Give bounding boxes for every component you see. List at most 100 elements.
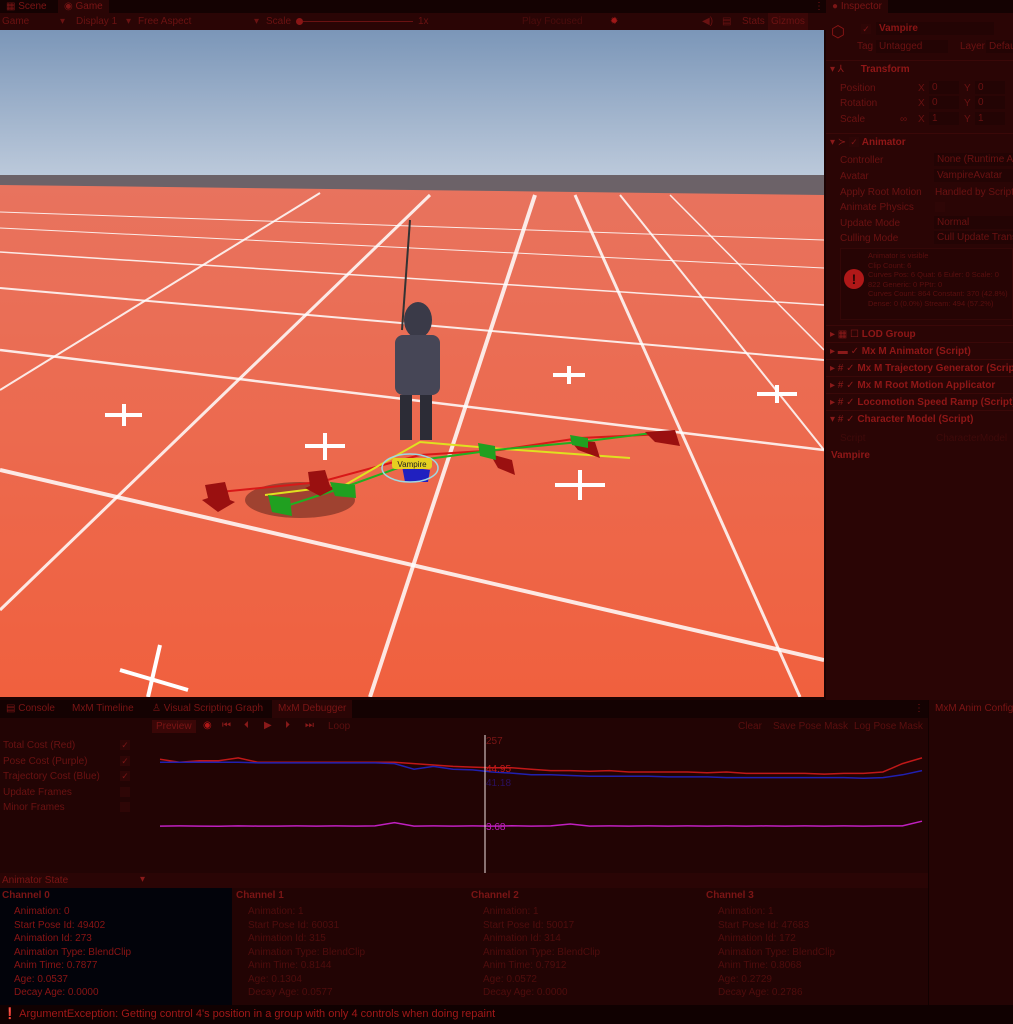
rotation-x-field[interactable]: 0	[929, 96, 959, 109]
position-y-field[interactable]: 0	[975, 81, 1005, 94]
scale-value: 1x	[418, 13, 429, 30]
game-dropdown[interactable]: Game	[2, 13, 29, 30]
gameobject-cube-icon: ⬡	[831, 22, 845, 42]
scale-slider-track[interactable]	[303, 21, 413, 22]
info-line: Curves Pos: 6 Quat: 6 Euler: 0 Scale: 0	[868, 270, 1008, 280]
channel-item: Age: 0.1304	[248, 973, 469, 987]
tag-dropdown[interactable]: Untagged	[876, 40, 948, 53]
tab-game[interactable]: ◉ Game	[58, 0, 109, 13]
channel-item: Anim Time: 0.7912	[483, 959, 704, 973]
stats-grid-icon[interactable]: ▤	[722, 13, 731, 30]
total-cost-label: 44.95	[486, 764, 511, 775]
bug-icon[interactable]: ✹	[610, 13, 618, 30]
tab-inspector-label: Inspector	[841, 1, 882, 12]
script-field[interactable]: CharacterModel	[936, 433, 1007, 444]
inspector-footer-title: Vampire	[831, 450, 870, 461]
audio-icon[interactable]: ◀)	[702, 13, 713, 30]
tab-scene[interactable]: ▦ Scene	[0, 0, 53, 13]
channel-title: Channel 0	[2, 890, 230, 902]
cursor-frame-label: 257	[486, 736, 503, 747]
info-line: 822 Generic: 0 PPtr: 0	[868, 280, 1008, 290]
channel-item: Start Pose Id: 60031	[248, 919, 469, 933]
channel-item: Age: 0.0572	[483, 973, 704, 987]
warning-icon: !	[844, 269, 864, 289]
animator-state-dropdown[interactable]: Animator State ▾	[0, 873, 928, 888]
trajectory-cost-label: 41.18	[486, 778, 511, 789]
channel-0: Channel 0 Animation: 0 Start Pose Id: 49…	[0, 888, 232, 1005]
status-bar[interactable]: ❗ ArgumentException: Getting control 4's…	[0, 1005, 1013, 1024]
info-line: Dense: 0 (0.0%) Stream: 494 (57.2%)	[868, 299, 1008, 309]
scale-slider-handle[interactable]	[296, 18, 303, 25]
link-icon[interactable]: ∞	[900, 114, 907, 125]
animator-info-box: ! Animator is visible Clip Count: 6 Curv…	[840, 248, 1013, 320]
component-mxm-animator[interactable]: ▸ ▬ ✓ Mx M Animator (Script)	[826, 342, 1013, 359]
scale-label: Scale	[840, 114, 865, 125]
component-trajectory-generator[interactable]: ▸ # ✓ Mx M Trajectory Generator (Script)	[826, 359, 1013, 376]
animator-title: Animator	[862, 137, 906, 148]
anim-config-panel: MxM Anim Config	[928, 700, 1013, 1005]
channel-item: Animation Type: BlendClip	[718, 946, 928, 960]
object-name-field[interactable]: Vampire	[876, 22, 994, 35]
animator-state-label: Animator State	[2, 875, 68, 886]
inspector-tab-bar: ● Inspector	[826, 0, 1013, 13]
display-dropdown[interactable]: Display 1	[76, 13, 117, 30]
controller-field[interactable]: None (Runtime Animator Controller)	[934, 153, 1013, 166]
character-label: Vampire	[397, 460, 427, 469]
component-title: Locomotion Speed Ramp (Script)	[857, 397, 1013, 408]
culling-mode-dropdown[interactable]: Cull Update Transforms	[934, 231, 1013, 244]
rotation-label: Rotation	[840, 98, 877, 109]
update-mode-dropdown[interactable]: Normal	[934, 216, 1013, 229]
chevron-down-icon: ▾	[140, 874, 145, 885]
position-label: Position	[840, 83, 876, 94]
chevron-down-icon: ▾	[126, 13, 131, 30]
channel-item: Start Pose Id: 47683	[718, 919, 928, 933]
chevron-down-icon: ▾	[60, 13, 65, 30]
stats-button[interactable]: Stats	[742, 13, 765, 30]
channel-item: Anim Time: 0.7877	[14, 959, 232, 973]
game-viewport[interactable]: Vampire	[0, 30, 824, 697]
avatar-label: Avatar	[840, 171, 869, 182]
component-title: Mx M Root Motion Applicator	[857, 380, 995, 391]
channel-3: Channel 3 Animation: 1 Start Pose Id: 47…	[704, 888, 928, 1005]
animate-physics-checkbox[interactable]	[935, 202, 945, 212]
component-speed-ramp[interactable]: ▸ # ✓ Locomotion Speed Ramp (Script)	[826, 393, 1013, 410]
tab-scene-label: Scene	[18, 1, 46, 12]
aspect-dropdown[interactable]: Free Aspect	[138, 13, 191, 30]
info-line: Animator is visible	[868, 251, 1008, 261]
channel-item: Start Pose Id: 49402	[14, 919, 232, 933]
channel-item: Animation Type: BlendClip	[248, 946, 469, 960]
play-focused-dropdown[interactable]: Play Focused	[522, 13, 583, 30]
component-root-motion-applicator[interactable]: ▸ # ✓ Mx M Root Motion Applicator	[826, 376, 1013, 393]
avatar-field[interactable]: VampireAvatar	[934, 169, 1013, 182]
channel-item: Animation: 1	[483, 905, 704, 919]
scale-x-field[interactable]: 1	[929, 112, 959, 125]
transform-title: Transform	[861, 64, 910, 75]
transform-header[interactable]: ▾ ⅄ Transform	[826, 60, 1013, 77]
channel-item: Age: 0.2729	[718, 973, 928, 987]
channel-item: Start Pose Id: 50017	[483, 919, 704, 933]
component-title: LOD Group	[862, 329, 916, 340]
tab-inspector[interactable]: ● Inspector	[826, 0, 888, 13]
channel-item: Animation Id: 172	[718, 932, 928, 946]
animate-physics-label: Animate Physics	[840, 202, 914, 213]
series-line-0	[160, 758, 922, 774]
cost-chart[interactable]: 257 44.95 41.18 3.68	[0, 700, 928, 875]
component-title: Mx M Animator (Script)	[862, 346, 971, 357]
component-character-model[interactable]: ▾ # ✓ Character Model (Script)	[826, 410, 1013, 427]
view-tab-bar: ▦ Scene ◉ Game ⋮	[0, 0, 826, 13]
rotation-y-field[interactable]: 0	[975, 96, 1005, 109]
layer-dropdown[interactable]: Default	[986, 40, 1013, 53]
gizmos-button[interactable]: Gizmos	[768, 13, 808, 30]
position-x-field[interactable]: 0	[929, 81, 959, 94]
scale-y-field[interactable]: 1	[975, 112, 1005, 125]
info-line: Clip Count: 6	[868, 261, 1008, 271]
active-checkbox[interactable]: ✓	[861, 24, 871, 34]
error-icon: ❗	[3, 1008, 17, 1020]
channel-item: Animation Id: 273	[14, 932, 232, 946]
animator-header[interactable]: ▾ ≻ ✓ Animator	[826, 133, 1013, 150]
component-lod-group[interactable]: ▸ ▦ ☐ LOD Group	[826, 325, 1013, 342]
status-message: ArgumentException: Getting control 4's p…	[19, 1008, 495, 1020]
tab-mxm-anim-config[interactable]: MxM Anim Config	[929, 700, 1013, 718]
pose-cost-label: 3.68	[486, 822, 506, 833]
info-line: Curves Count: 864 Constant: 370 (42.8%)	[868, 289, 1008, 299]
